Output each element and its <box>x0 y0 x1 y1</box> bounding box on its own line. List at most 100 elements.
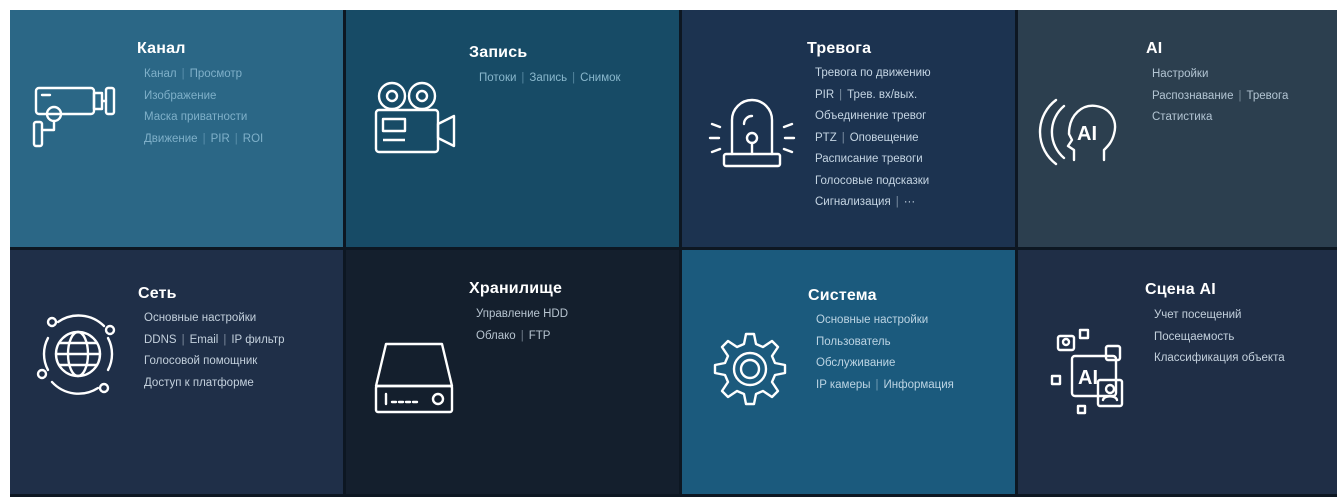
tile-title: Сцена AI <box>1145 281 1216 298</box>
menu-link-channel[interactable]: Просмотр <box>190 68 243 80</box>
link-row: Сигнализация | ··· <box>815 192 931 214</box>
menu-link-channel[interactable]: Маска приватности <box>144 111 247 123</box>
link-row: Голосовые подсказки <box>815 171 931 193</box>
menu-link-system[interactable]: Информация <box>884 379 954 391</box>
tile-links: Основные настройки DDNS | Email | IP фильтр Го… <box>144 308 285 394</box>
link-separator: | <box>875 378 879 391</box>
tile-links: Учет посещений Посещаемость Классификация … <box>1154 305 1285 370</box>
link-row: Посещаемость <box>1154 327 1285 349</box>
tile-alarm[interactable]: Тревога Тревога по движению PIR | Трев. вх/… <box>682 10 1018 250</box>
tile-ai[interactable]: AI AI Настройки Распознавание | Тревога Стат… <box>1018 10 1337 250</box>
menu-link-network[interactable]: Голосовой помощник <box>144 355 257 367</box>
menu-link-network[interactable]: DDNS <box>144 334 177 346</box>
tile-links: Канал | Просмотр Изображение Маска приватнос… <box>144 64 263 150</box>
menu-link-record[interactable]: Потоки <box>479 72 516 84</box>
tile-storage[interactable]: Хранилище Управление HDD Облако | FTP <box>346 250 682 497</box>
svg-text:AI: AI <box>1078 367 1098 389</box>
tile-title: Запись <box>469 44 528 61</box>
tile-title: Тревога <box>807 40 872 57</box>
film-camera-icon <box>368 70 464 166</box>
link-separator: | <box>1238 89 1242 102</box>
menu-link-system[interactable]: IP камеры <box>816 379 871 391</box>
tile-title: Система <box>808 287 877 304</box>
menu-link-channel[interactable]: Канал <box>144 68 177 80</box>
link-row: Статистика <box>1152 107 1288 129</box>
link-row: Расписание тревоги <box>815 149 931 171</box>
menu-link-ai-scene[interactable]: Классификация объекта <box>1154 352 1285 364</box>
link-row: Изображение <box>144 86 263 108</box>
globe-network-icon <box>30 306 126 402</box>
menu-link-alarm[interactable]: PIR <box>815 89 834 101</box>
menu-link-channel[interactable]: Изображение <box>144 90 216 102</box>
menu-link-network[interactable]: Доступ к платформе <box>144 377 254 389</box>
link-row: Объединение тревог <box>815 106 931 128</box>
menu-link-network[interactable]: IP фильтр <box>231 334 284 346</box>
link-separator: | <box>572 72 576 84</box>
menu-link-ai[interactable]: Распознавание <box>1152 90 1234 102</box>
link-row: Учет посещений <box>1154 305 1285 327</box>
tile-network[interactable]: Сеть Основные настройки DDNS | Email | IP фил… <box>10 250 346 497</box>
link-row: Доступ к платформе <box>144 373 285 395</box>
menu-link-alarm[interactable]: Оповещение <box>850 132 919 144</box>
menu-link-record[interactable]: Снимок <box>580 72 620 84</box>
menu-link-alarm[interactable]: Трев. вх/вых. <box>847 89 917 101</box>
link-row: Пользователь <box>816 332 954 354</box>
menu-link-network[interactable]: Основные настройки <box>144 312 256 324</box>
menu-link-alarm[interactable]: Расписание тревоги <box>815 153 923 165</box>
menu-link-alarm[interactable]: Тревога по движению <box>815 67 931 79</box>
hdd-device-icon <box>366 330 462 426</box>
menu-link-storage[interactable]: Управление HDD <box>476 308 568 320</box>
menu-link-alarm[interactable]: PTZ <box>815 132 837 144</box>
menu-link-channel[interactable]: PIR <box>211 133 230 145</box>
link-separator: | <box>223 333 227 346</box>
tile-record[interactable]: Запись Потоки | Запись | Снимок <box>346 10 682 250</box>
link-separator: | <box>181 68 185 80</box>
link-row: Настройки <box>1152 64 1288 86</box>
menu-link-channel[interactable]: Движение <box>144 133 198 145</box>
menu-link-system[interactable]: Пользователь <box>816 336 891 348</box>
tile-ai-scene[interactable]: AI Сцена AI Учет посещений Посещаемость Кл… <box>1018 250 1337 497</box>
menu-link-system[interactable]: Обслуживание <box>816 357 895 369</box>
menu-link-ai[interactable]: Статистика <box>1152 111 1212 123</box>
menu-link-storage[interactable]: Облако <box>476 330 516 342</box>
tile-links: Тревога по движению PIR | Трев. вх/вых. Объе… <box>815 63 931 214</box>
link-row: Распознавание | Тревога <box>1152 86 1288 108</box>
link-row: Классификация объекта <box>1154 348 1285 370</box>
tile-system[interactable]: Система Основные настройки Пользователь Об… <box>682 250 1018 497</box>
menu-link-record[interactable]: Запись <box>529 72 567 84</box>
menu-link-channel[interactable]: ROI <box>243 133 263 145</box>
gear-icon <box>702 324 798 420</box>
link-separator: | <box>841 131 845 144</box>
link-separator: | <box>202 132 206 145</box>
menu-link-network[interactable]: Email <box>190 334 219 346</box>
tile-title: AI <box>1146 40 1163 57</box>
link-row: PIR | Трев. вх/вых. <box>815 85 931 107</box>
menu-link-system[interactable]: Основные настройки <box>816 314 928 326</box>
tile-channel[interactable]: Канал Канал | Просмотр Изображение Маска при… <box>10 10 346 250</box>
menu-link-ai-scene[interactable]: Посещаемость <box>1154 331 1234 343</box>
link-separator: | <box>181 333 185 346</box>
tile-title: Хранилище <box>469 280 563 297</box>
link-row: Основные настройки <box>144 308 285 330</box>
menu-link-alarm[interactable]: Сигнализация <box>815 196 891 208</box>
menu-link-ai[interactable]: Тревога <box>1247 90 1289 102</box>
link-row: PTZ | Оповещение <box>815 128 931 150</box>
menu-link-ai[interactable]: Настройки <box>1152 68 1208 80</box>
menu-link-alarm[interactable]: Голосовые подсказки <box>815 175 929 187</box>
menu-link-ai-scene[interactable]: Учет посещений <box>1154 309 1241 321</box>
link-row: Обслуживание <box>816 353 954 375</box>
ai-head-icon: AI <box>1036 84 1132 180</box>
menu-link-alarm[interactable]: ··· <box>904 196 916 208</box>
link-row: Основные настройки <box>816 310 954 332</box>
link-row: Тревога по движению <box>815 63 931 85</box>
menu-link-storage[interactable]: FTP <box>529 330 551 342</box>
tile-links: Основные настройки Пользователь Обслуживан… <box>816 310 954 396</box>
tile-links: Настройки Распознавание | Тревога Статистика <box>1152 64 1288 129</box>
tile-title: Канал <box>137 40 186 57</box>
link-row: Облако | FTP <box>476 326 568 348</box>
cctv-camera-icon <box>28 64 124 160</box>
ai-scene-icon: AI <box>1048 324 1144 420</box>
menu-link-alarm[interactable]: Объединение тревог <box>815 110 926 122</box>
link-row: Маска приватности <box>144 107 263 129</box>
link-row: Потоки | Запись | Снимок <box>479 68 621 90</box>
